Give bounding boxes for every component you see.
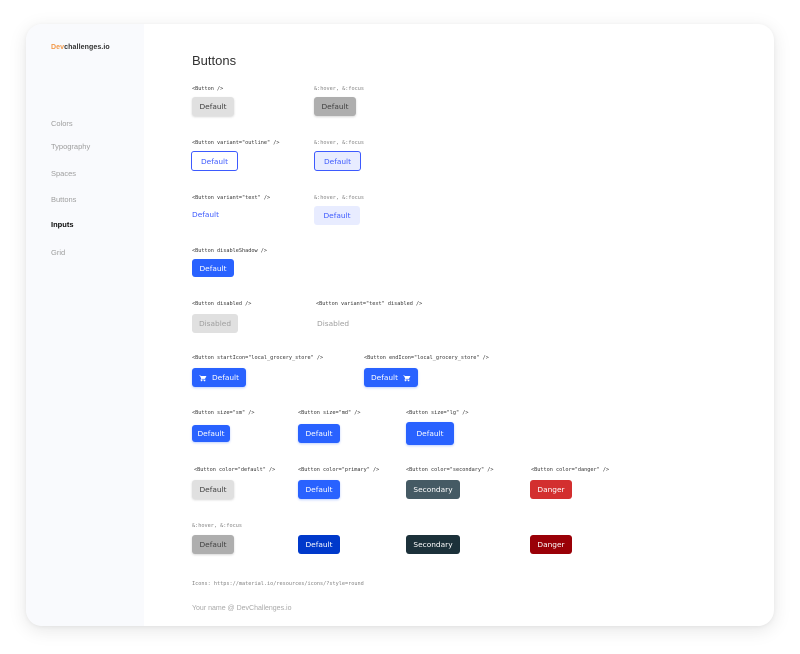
page-title: Buttons [192, 53, 237, 68]
color-danger-button[interactable]: Danger [530, 480, 572, 499]
main-content: Buttons <Button /> &:hover, &:focus Defa… [144, 24, 774, 626]
code-label: <Button color="primary" /> [298, 467, 380, 473]
sidebar-item-typography[interactable]: Typography [51, 142, 90, 151]
code-label: <Button color="default" /> [194, 467, 276, 473]
code-label: <Button color="secondary" /> [406, 467, 494, 473]
color-secondary-button[interactable]: Secondary [406, 480, 460, 499]
code-label: <Button variant="text" disabled /> [316, 301, 423, 307]
cart-icon [199, 374, 207, 382]
color-primary-button[interactable]: Default [298, 480, 340, 499]
outline-button-hover[interactable]: Default [314, 151, 361, 171]
code-label: <Button /> [192, 86, 224, 92]
start-icon-button-label: Default [211, 373, 239, 382]
color-primary-button-hover[interactable]: Default [298, 535, 340, 554]
icons-note: Icons: https://material.io/resources/ico… [192, 581, 364, 587]
default-button-hover[interactable]: Default [314, 97, 356, 116]
disabled-button: Disabled [192, 314, 238, 333]
code-label: <Button variant="text" /> [192, 195, 271, 201]
code-label: <Button startIcon="local_grocery_store" … [192, 355, 324, 361]
code-label: <Button color="danger" /> [531, 467, 610, 473]
hover-focus-label: &:hover, &:focus [314, 86, 364, 92]
start-icon-button[interactable]: Default [192, 368, 246, 387]
color-danger-button-hover[interactable]: Danger [530, 535, 572, 554]
code-label: <Button disableShadow /> [192, 248, 267, 254]
large-button[interactable]: Default [406, 422, 454, 445]
end-icon-button[interactable]: Default [364, 368, 418, 387]
sidebar-item-grid[interactable]: Grid [51, 248, 65, 257]
sidebar-item-buttons[interactable]: Buttons [51, 195, 76, 204]
sidebar-item-colors[interactable]: Colors [51, 119, 73, 128]
code-label: <Button endIcon="local_grocery_store" /> [364, 355, 489, 361]
hover-focus-label: &:hover, &:focus [314, 195, 364, 201]
disabled-text-button: Disabled [317, 314, 363, 333]
end-icon-button-label: Default [370, 373, 398, 382]
code-label: <Button size="md" /> [298, 410, 361, 416]
style-guide-card: Devchallenges.io Colors Typography Space… [26, 24, 774, 626]
sidebar: Devchallenges.io Colors Typography Space… [26, 24, 144, 626]
sidebar-item-inputs[interactable]: Inputs [51, 220, 74, 229]
default-button[interactable]: Default [192, 97, 234, 116]
sidebar-item-spaces[interactable]: Spaces [51, 169, 76, 178]
color-secondary-button-hover[interactable]: Secondary [406, 535, 460, 554]
code-label: <Button size="lg" /> [406, 410, 469, 416]
text-button[interactable]: Default [192, 206, 232, 223]
cart-icon [403, 374, 411, 382]
small-button[interactable]: Default [192, 425, 230, 442]
code-label: <Button size="sm" /> [192, 410, 255, 416]
medium-button[interactable]: Default [298, 424, 340, 443]
color-default-button-hover[interactable]: Default [192, 535, 234, 554]
no-shadow-button[interactable]: Default [192, 259, 234, 277]
text-button-hover[interactable]: Default [314, 206, 360, 225]
code-label: <Button variant="outline" /> [192, 140, 280, 146]
hover-focus-label: &:hover, &:focus [314, 140, 364, 146]
outline-button[interactable]: Default [191, 151, 238, 171]
brand-logo[interactable]: Devchallenges.io [51, 44, 110, 51]
code-label: <Button disabled /> [192, 301, 252, 307]
color-default-button[interactable]: Default [192, 480, 234, 499]
credit: Your name @ DevChallenges.io [192, 605, 292, 612]
hover-focus-label: &:hover, &:focus [192, 523, 242, 529]
